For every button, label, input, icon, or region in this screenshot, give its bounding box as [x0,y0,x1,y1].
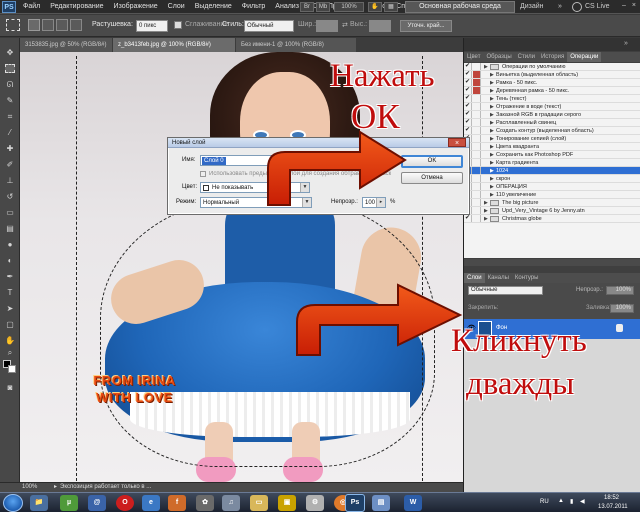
network-icon[interactable]: ▮ [570,498,573,505]
windows-taskbar: 📁 µ @ O e f ✿ ♫ ▭ ▣ ⚙ ◎ Ps ▤ W RU ▲ ▮ ◀ … [0,492,640,512]
clock-time[interactable]: 18:52 [604,495,619,501]
media-taskbar-icon[interactable]: ♫ [222,495,240,511]
ie-taskbar-icon[interactable]: e [142,495,160,511]
tool-taskbar-icon[interactable]: ⚙ [306,495,324,511]
window-taskbar-icon[interactable]: ▤ [372,495,390,511]
email-taskbar-icon[interactable]: @ [88,495,106,511]
firefox-taskbar-icon[interactable]: f [168,495,186,511]
volume-icon[interactable]: ◀ [580,498,585,505]
word-taskbar-icon[interactable]: W [404,495,422,511]
annotation-press: Нажать [330,58,435,94]
utorrent-taskbar-icon[interactable]: µ [60,495,78,511]
annotation-twice: дважды [466,366,575,402]
explorer-taskbar-icon[interactable]: 📁 [30,495,48,511]
arrow-to-ok [267,130,407,206]
archive-taskbar-icon[interactable]: ▣ [278,495,296,511]
photoshop-taskbar-icon[interactable]: Ps [345,494,365,512]
folder-taskbar-icon[interactable]: ▭ [250,495,268,511]
annotation-arrows [267,130,463,356]
language-indicator[interactable]: RU [540,499,549,505]
opera-taskbar-icon[interactable]: O [116,495,134,511]
start-button[interactable] [3,494,23,512]
annotation-ok: ОК [351,97,400,136]
arrow-to-layer [296,283,463,356]
clock-date[interactable]: 13.07.2011 [598,504,628,510]
app-taskbar-icon[interactable]: ✿ [196,495,214,511]
annotation-click: Кликнуть [451,323,587,359]
system-tray: RU ▲ ▮ ◀ 18:52 13.07.2011 [540,493,640,512]
tray-arrow-icon[interactable]: ▲ [558,498,564,504]
